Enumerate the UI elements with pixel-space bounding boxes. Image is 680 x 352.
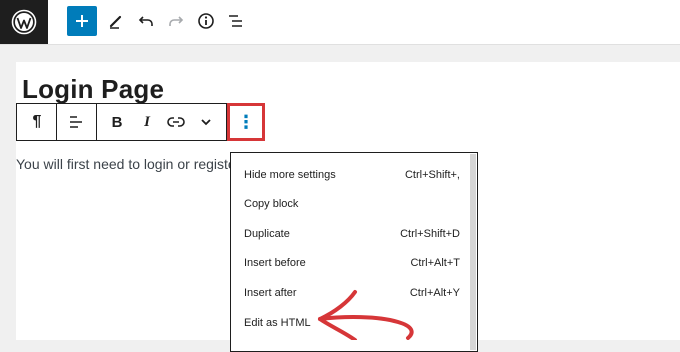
- undo-button[interactable]: [131, 6, 161, 36]
- info-icon: [198, 13, 214, 29]
- bold-icon: B: [111, 113, 123, 131]
- link-icon: [167, 117, 185, 127]
- menu-item-insert-before[interactable]: Insert before Ctrl+Alt+T: [244, 254, 460, 274]
- menu-item-shortcut: Ctrl+Alt+Y: [409, 287, 460, 299]
- tools-button[interactable]: [101, 6, 131, 36]
- kebab-menu-icon: ⋮: [237, 112, 255, 132]
- paragraph-block[interactable]: You will first need to login or register: [16, 156, 240, 172]
- italic-icon: I: [144, 113, 150, 130]
- align-button[interactable]: [62, 104, 90, 140]
- pencil-icon: [109, 15, 122, 29]
- menu-item-shortcut: Ctrl+Shift+,: [404, 169, 460, 181]
- undo-icon: [138, 16, 153, 26]
- more-rich-text-button[interactable]: [192, 104, 220, 140]
- add-block-button[interactable]: [67, 6, 97, 36]
- block-options-button[interactable]: ⋮: [227, 103, 265, 141]
- paragraph-icon: ¶: [32, 113, 42, 130]
- menu-item-edit-as-html[interactable]: Edit as HTML: [244, 314, 460, 334]
- align-left-icon: [70, 116, 82, 128]
- block-options-menu: Hide more settings Ctrl+Shift+, Copy blo…: [230, 152, 478, 352]
- menu-item-insert-after[interactable]: Insert after Ctrl+Alt+Y: [244, 284, 460, 304]
- redo-button[interactable]: [161, 6, 191, 36]
- menu-item-duplicate[interactable]: Duplicate Ctrl+Shift+D: [244, 225, 460, 245]
- italic-button[interactable]: I: [133, 104, 161, 140]
- editor-top-toolbar: [0, 0, 680, 45]
- paragraph-block-button[interactable]: ¶: [23, 104, 51, 140]
- chevron-down-icon: [201, 119, 211, 126]
- menu-item-shortcut: Ctrl+Shift+D: [400, 228, 460, 240]
- page-title[interactable]: Login Page: [22, 74, 164, 105]
- bold-button[interactable]: B: [103, 104, 131, 140]
- menu-scrollbar[interactable]: [470, 154, 476, 350]
- redo-icon: [169, 16, 184, 26]
- wordpress-logo-icon[interactable]: [0, 0, 48, 44]
- menu-item-shortcut: Ctrl+Alt+T: [410, 257, 460, 269]
- menu-item-hide-more-settings[interactable]: Hide more settings Ctrl+Shift+,: [244, 166, 460, 186]
- menu-item-label: Duplicate: [244, 228, 290, 240]
- menu-item-label: Edit as HTML: [244, 317, 311, 329]
- list-view-button[interactable]: [221, 6, 251, 36]
- link-button[interactable]: [162, 104, 190, 140]
- menu-item-label: Copy block: [244, 198, 299, 210]
- plus-icon: [76, 15, 88, 27]
- menu-item-label: Hide more settings: [244, 169, 336, 181]
- details-button[interactable]: [191, 6, 221, 36]
- menu-item-copy-block[interactable]: Copy block: [244, 195, 460, 215]
- menu-item-label: Insert before: [244, 257, 306, 269]
- list-view-icon: [229, 15, 242, 27]
- menu-item-label: Insert after: [244, 287, 297, 299]
